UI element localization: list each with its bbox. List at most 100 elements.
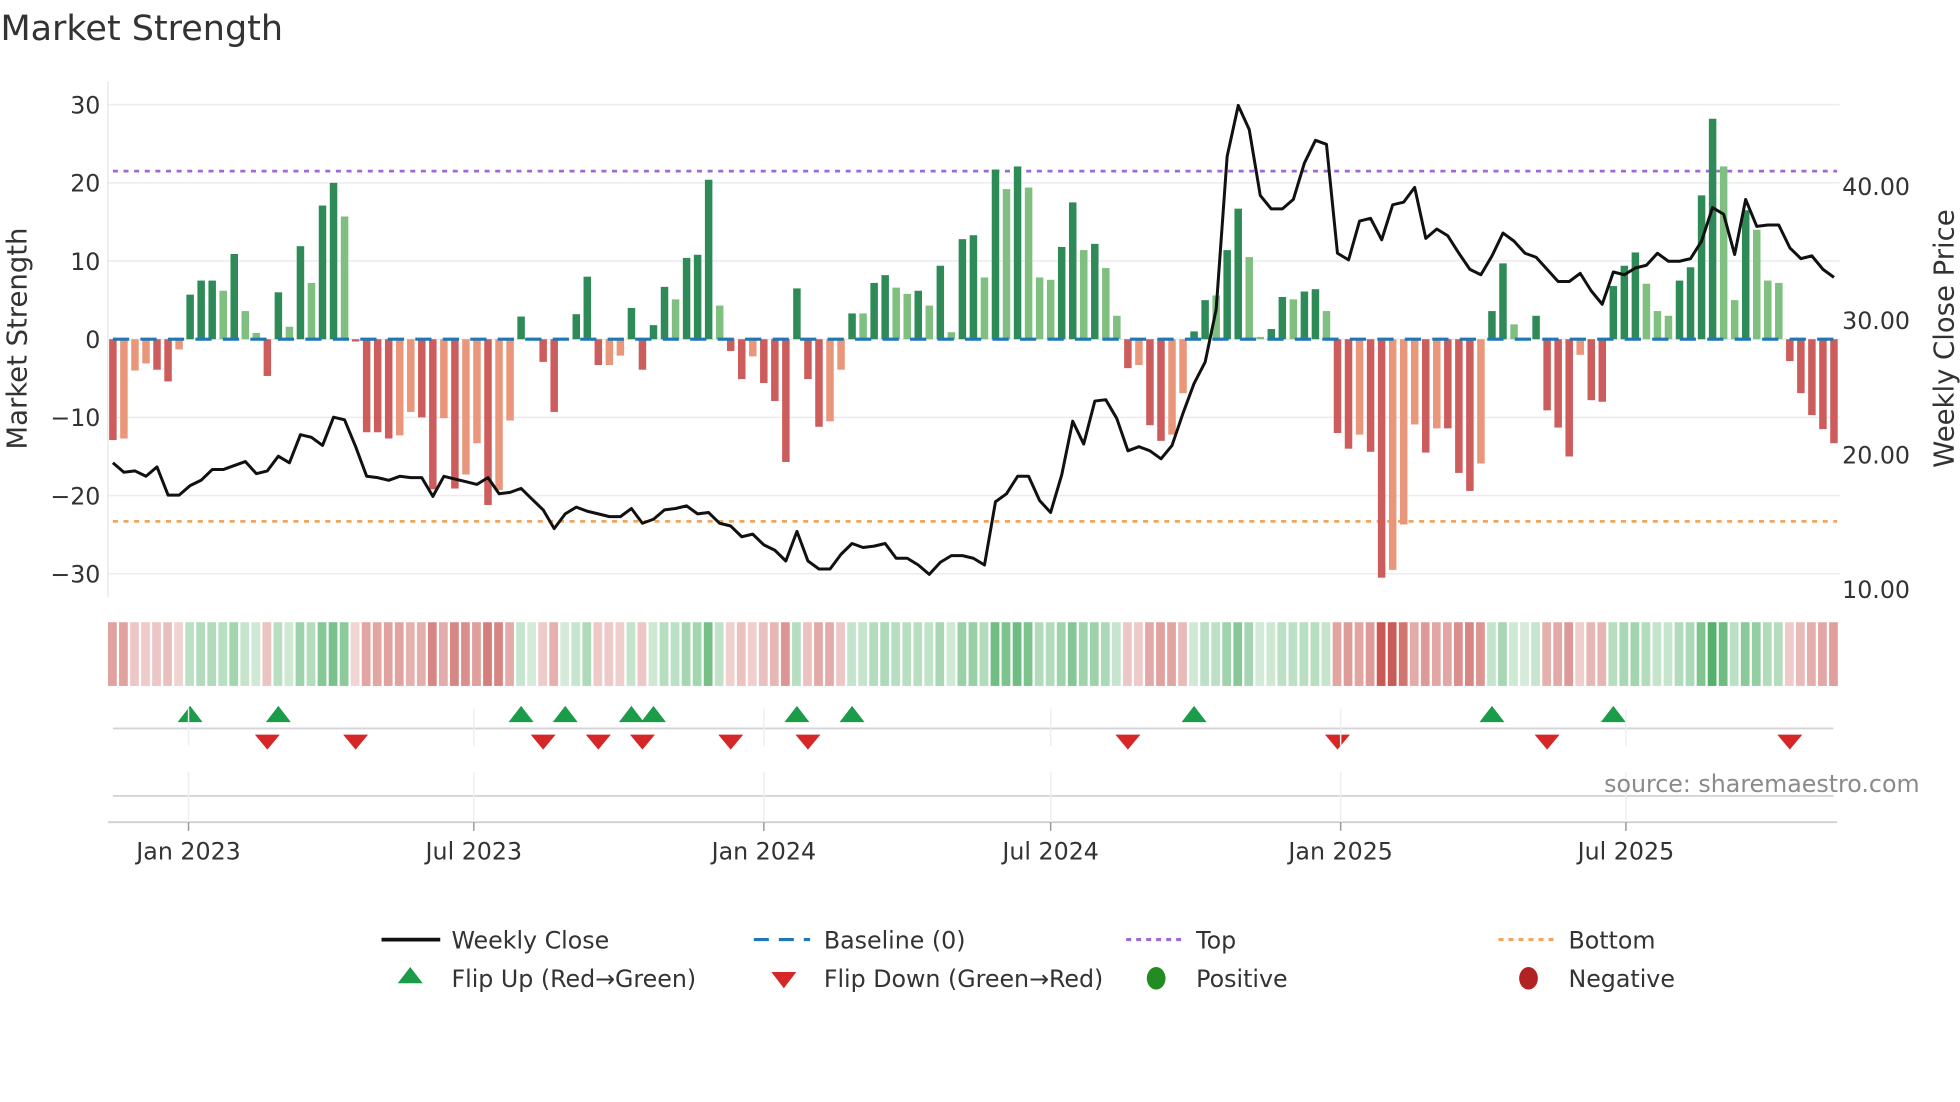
strip-cell — [924, 622, 934, 686]
strip-cell — [1023, 622, 1033, 686]
positive-bar — [793, 288, 801, 340]
positive-bar — [1234, 208, 1242, 340]
left-tick-label: −10 — [50, 404, 100, 432]
strip-cell — [1553, 622, 1563, 686]
strip-cell — [792, 622, 801, 686]
positive-bar — [219, 290, 227, 340]
right-tick-label: 40.00 — [1842, 173, 1910, 201]
strip-cell — [803, 622, 812, 686]
strip-cell — [1222, 622, 1232, 686]
strip-cell — [174, 622, 183, 686]
strip-cell — [913, 622, 923, 686]
positive-bar — [1764, 280, 1772, 340]
strip-cell — [1630, 622, 1640, 686]
negative-bar — [1146, 339, 1154, 426]
positive-bar — [715, 305, 724, 340]
negative-bar — [1179, 339, 1187, 394]
positive-bar — [307, 282, 316, 340]
left-tick-labels: 30 20 10 0 −10 −20 −30 — [50, 91, 100, 588]
flip-up-marker — [177, 705, 203, 723]
strip-cell — [935, 622, 945, 686]
positive-bar — [1741, 210, 1750, 340]
strip-cell — [847, 622, 856, 686]
negative-bar — [395, 339, 404, 436]
strip-cell — [1575, 622, 1585, 686]
strip-cell — [1520, 622, 1529, 686]
strip-cell — [549, 622, 559, 686]
legend-item-positive: Positive — [1146, 965, 1288, 993]
strip-cell — [1564, 622, 1574, 686]
strip-cell — [1277, 622, 1287, 686]
negative-bar — [1819, 339, 1827, 430]
strip-cell — [1476, 622, 1485, 686]
strip-cell — [538, 622, 548, 686]
negative-bar — [120, 339, 128, 439]
positive-bar — [1080, 250, 1088, 340]
negative-bar — [131, 339, 139, 371]
strip-cell — [1354, 622, 1364, 686]
flip-down-marker — [629, 734, 655, 750]
negative-bar — [782, 339, 790, 462]
strip-cell — [1376, 622, 1386, 686]
flip-up-marker — [640, 705, 666, 723]
strip-cell — [1189, 622, 1198, 686]
strip-cell — [560, 622, 570, 686]
strip-cell — [416, 622, 426, 686]
strip-cell — [1453, 622, 1463, 686]
positive-bar — [980, 277, 989, 340]
negative-bar — [153, 339, 161, 370]
strip-cell — [946, 622, 956, 686]
negative-bar — [1388, 339, 1397, 570]
strip-cell — [714, 622, 724, 686]
strip-cell — [1751, 622, 1761, 686]
positive-bar — [1256, 336, 1265, 340]
negative-bar — [462, 339, 470, 475]
strip-cell — [1619, 622, 1629, 686]
positive-bar — [859, 313, 867, 340]
positive-bar — [1201, 300, 1209, 340]
negative-bar — [1554, 339, 1562, 428]
negative-bar — [539, 339, 547, 362]
strip-cell — [758, 622, 768, 686]
right-axis-label: Weekly Close Price — [1928, 209, 1960, 467]
strip-cell — [858, 622, 867, 686]
circle-icon — [1519, 967, 1538, 990]
strip-cell — [659, 622, 669, 686]
strip-cell — [1233, 622, 1243, 686]
positive-bar — [285, 326, 294, 340]
flip-down-marker — [585, 734, 611, 750]
positive-bar — [1488, 311, 1496, 340]
strip-cell — [681, 622, 691, 686]
right-tick-label: 20.00 — [1842, 442, 1910, 470]
strip-cell — [957, 622, 967, 686]
strip-cell — [1597, 622, 1607, 686]
flip-down-marker — [795, 734, 821, 750]
strip-cell — [1111, 622, 1121, 686]
positive-bar — [1620, 265, 1629, 340]
positive-bar — [1631, 252, 1640, 340]
negative-bar — [616, 339, 625, 356]
strip-cell — [1089, 622, 1099, 686]
negative-bar — [760, 339, 768, 384]
positive-bar — [208, 280, 216, 340]
strip-cell — [703, 622, 713, 686]
strip-cell — [1310, 622, 1320, 686]
strip-cell — [130, 622, 139, 686]
strip-cell — [394, 622, 404, 686]
negative-bar — [638, 339, 647, 370]
strip-cell — [1045, 622, 1055, 686]
strip-cell — [1807, 622, 1816, 686]
strip-cell — [1266, 622, 1276, 686]
positive-bar — [892, 287, 900, 340]
negative-bar — [1830, 339, 1838, 444]
negative-bar — [1333, 339, 1342, 434]
circle-icon — [1146, 967, 1166, 990]
flip-up-marker — [1479, 705, 1505, 723]
positive-bar — [627, 307, 636, 340]
positive-bar — [903, 293, 911, 340]
positive-bar — [1300, 291, 1309, 340]
legend-label: Weekly Close — [451, 926, 609, 954]
strip-cell — [1056, 622, 1066, 686]
positive-bar — [848, 313, 856, 340]
strip-cell — [736, 622, 746, 686]
